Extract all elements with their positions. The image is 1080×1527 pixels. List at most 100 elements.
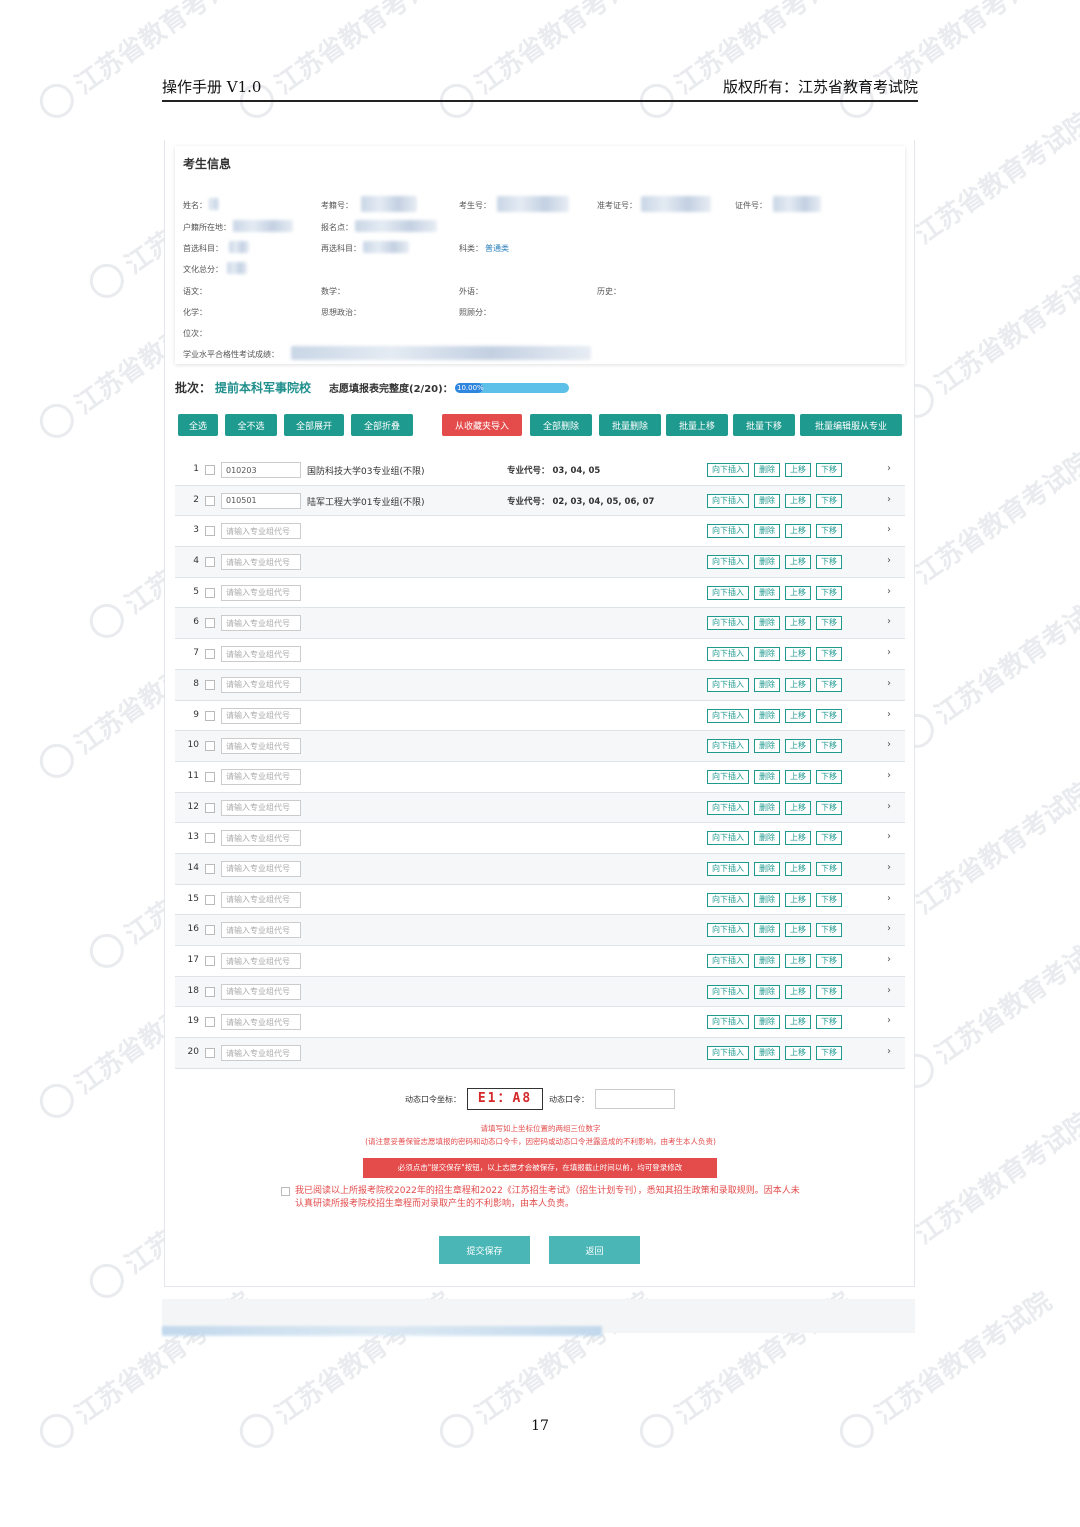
row-checkbox[interactable]	[205, 771, 215, 782]
move-down-button[interactable]: 下移	[816, 861, 842, 876]
move-up-button[interactable]: 上移	[785, 739, 811, 754]
delete-button[interactable]: 删除	[754, 892, 780, 907]
row-checkbox[interactable]	[205, 679, 215, 690]
insert-below-button[interactable]: 向下插入	[707, 677, 749, 692]
group-code-input[interactable]	[221, 615, 301, 632]
row-checkbox[interactable]	[205, 649, 215, 660]
move-down-button[interactable]: 下移	[816, 585, 842, 600]
row-checkbox[interactable]	[205, 956, 215, 966]
move-down-button[interactable]: 下移	[816, 831, 842, 846]
batch-edit-adjust-button[interactable]: 批量编辑服从专业	[800, 414, 902, 436]
delete-button[interactable]: 删除	[754, 585, 780, 600]
insert-below-button[interactable]: 向下插入	[707, 984, 749, 999]
agreement-checkbox[interactable]	[281, 1187, 290, 1196]
delete-button[interactable]: 删除	[754, 831, 780, 846]
row-checkbox[interactable]	[205, 495, 215, 506]
expand-chevron-icon[interactable]: ›	[887, 801, 891, 812]
delete-button[interactable]: 删除	[754, 524, 780, 539]
batch-up-button[interactable]: 批量上移	[666, 414, 728, 436]
delete-button[interactable]: 删除	[754, 616, 780, 631]
expand-chevron-icon[interactable]: ›	[887, 739, 891, 750]
expand-chevron-icon[interactable]: ›	[887, 494, 891, 505]
move-down-button[interactable]: 下移	[816, 677, 842, 692]
row-checkbox[interactable]	[205, 986, 215, 997]
row-checkbox[interactable]	[205, 894, 215, 905]
insert-below-button[interactable]: 向下插入	[707, 954, 749, 968]
expand-chevron-icon[interactable]: ›	[887, 923, 891, 934]
delete-button[interactable]: 删除	[754, 677, 780, 692]
move-down-button[interactable]: 下移	[816, 493, 842, 508]
row-checkbox[interactable]	[205, 557, 215, 568]
group-code-input[interactable]	[221, 860, 301, 877]
group-code-input[interactable]	[221, 707, 301, 724]
insert-below-button[interactable]: 向下插入	[707, 1046, 749, 1061]
move-up-button[interactable]: 上移	[785, 769, 811, 784]
delete-button[interactable]: 删除	[754, 555, 780, 570]
group-code-input[interactable]	[221, 1014, 301, 1031]
row-checkbox[interactable]	[205, 863, 215, 874]
expand-chevron-icon[interactable]: ›	[887, 831, 891, 842]
move-down-button[interactable]: 下移	[816, 739, 842, 754]
move-up-button[interactable]: 上移	[785, 923, 811, 938]
group-code-input[interactable]	[221, 584, 301, 601]
group-code-input[interactable]	[221, 554, 301, 571]
insert-below-button[interactable]: 向下插入	[707, 769, 749, 784]
group-code-input[interactable]	[221, 830, 301, 847]
insert-below-button[interactable]: 向下插入	[707, 647, 749, 662]
move-up-button[interactable]: 上移	[785, 831, 811, 846]
move-down-button[interactable]: 下移	[816, 892, 842, 907]
move-up-button[interactable]: 上移	[785, 493, 811, 508]
move-down-button[interactable]: 下移	[816, 647, 842, 662]
delete-button[interactable]: 删除	[754, 800, 780, 815]
group-code-input[interactable]	[221, 523, 301, 540]
move-down-button[interactable]: 下移	[816, 984, 842, 999]
move-up-button[interactable]: 上移	[785, 1046, 811, 1061]
expand-chevron-icon[interactable]: ›	[887, 524, 891, 535]
expand-all-button[interactable]: 全部展开	[284, 414, 344, 436]
move-down-button[interactable]: 下移	[816, 616, 842, 631]
row-checkbox[interactable]	[205, 925, 215, 936]
expand-chevron-icon[interactable]: ›	[887, 770, 891, 781]
insert-below-button[interactable]: 向下插入	[707, 616, 749, 631]
row-checkbox[interactable]	[205, 833, 215, 844]
select-all-button[interactable]: 全选	[178, 414, 218, 436]
insert-below-button[interactable]: 向下插入	[707, 892, 749, 907]
insert-below-button[interactable]: 向下插入	[707, 463, 749, 477]
move-up-button[interactable]: 上移	[785, 677, 811, 692]
move-down-button[interactable]: 下移	[816, 1015, 842, 1030]
move-up-button[interactable]: 上移	[785, 555, 811, 570]
insert-below-button[interactable]: 向下插入	[707, 585, 749, 600]
move-down-button[interactable]: 下移	[816, 954, 842, 968]
insert-below-button[interactable]: 向下插入	[707, 923, 749, 938]
move-up-button[interactable]: 上移	[785, 524, 811, 539]
move-up-button[interactable]: 上移	[785, 708, 811, 723]
batch-delete-button[interactable]: 批量删除	[599, 414, 661, 436]
insert-below-button[interactable]: 向下插入	[707, 1015, 749, 1030]
expand-chevron-icon[interactable]: ›	[887, 1015, 891, 1026]
delete-button[interactable]: 删除	[754, 861, 780, 876]
move-up-button[interactable]: 上移	[785, 892, 811, 907]
back-button[interactable]: 返回	[549, 1236, 640, 1264]
expand-chevron-icon[interactable]: ›	[887, 555, 891, 566]
move-up-button[interactable]: 上移	[785, 800, 811, 815]
delete-button[interactable]: 删除	[754, 1015, 780, 1030]
delete-button[interactable]: 删除	[754, 647, 780, 662]
delete-button[interactable]: 删除	[754, 493, 780, 508]
move-up-button[interactable]: 上移	[785, 861, 811, 876]
row-checkbox[interactable]	[205, 526, 215, 537]
row-checkbox[interactable]	[205, 741, 215, 752]
expand-chevron-icon[interactable]: ›	[887, 985, 891, 996]
delete-button[interactable]: 删除	[754, 739, 780, 754]
move-down-button[interactable]: 下移	[816, 923, 842, 938]
expand-chevron-icon[interactable]: ›	[887, 1046, 891, 1057]
insert-below-button[interactable]: 向下插入	[707, 739, 749, 754]
move-down-button[interactable]: 下移	[816, 708, 842, 723]
group-code-input[interactable]	[221, 983, 301, 1000]
delete-button[interactable]: 删除	[754, 954, 780, 968]
delete-button[interactable]: 删除	[754, 769, 780, 784]
group-code-input[interactable]	[221, 738, 301, 755]
delete-all-button[interactable]: 全部删除	[530, 414, 592, 436]
move-down-button[interactable]: 下移	[816, 463, 842, 477]
group-code-input[interactable]	[221, 462, 301, 478]
move-down-button[interactable]: 下移	[816, 555, 842, 570]
